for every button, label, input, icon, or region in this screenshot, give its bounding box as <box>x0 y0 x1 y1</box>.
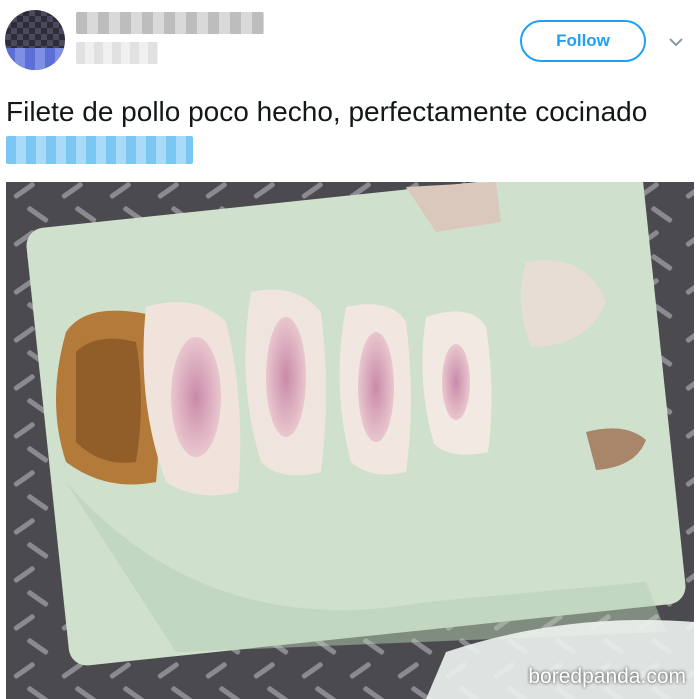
chicken-slice <box>56 310 160 485</box>
follow-button[interactable]: Follow <box>520 20 646 62</box>
watermark: boredpanda.com <box>528 665 686 688</box>
hashtag-link-pixelated[interactable] <box>6 136 193 164</box>
user-name-pixelated[interactable] <box>76 12 264 34</box>
chevron-down-icon[interactable] <box>666 32 686 52</box>
tweet-header: Follow <box>0 0 700 82</box>
tweet-text: Filete de pollo poco hecho, perfectament… <box>6 96 648 127</box>
chicken-slice <box>245 289 326 476</box>
avatar[interactable] <box>5 10 65 70</box>
user-handle-pixelated[interactable] <box>76 42 158 64</box>
chicken-slice <box>339 304 411 475</box>
chicken-slice <box>422 311 492 455</box>
tweet-photo[interactable]: boredpanda.com <box>6 182 694 699</box>
